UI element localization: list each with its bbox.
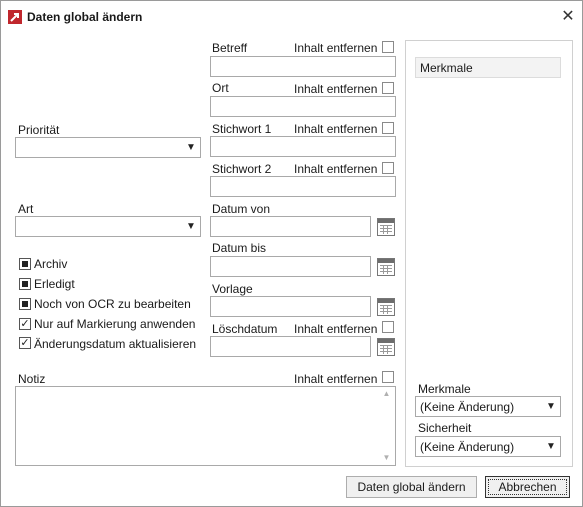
ort-clear-checkbox[interactable]: [382, 82, 394, 94]
stichwort2-clear-checkbox[interactable]: [382, 162, 394, 174]
ocr-label: Noch von OCR zu bearbeiten: [34, 297, 191, 311]
betreff-input[interactable]: [210, 56, 396, 77]
merkmale-label: Merkmale: [418, 382, 471, 396]
datum-bis-label: Datum bis: [212, 241, 267, 255]
calendar-icon[interactable]: [377, 338, 395, 356]
stichwort2-input[interactable]: [210, 176, 396, 197]
loeschdatum-clear-label: Inhalt entfernen: [294, 322, 378, 336]
calendar-icon[interactable]: [377, 218, 395, 236]
sicherheit-select[interactable]: (Keine Änderung) ▼: [415, 436, 561, 457]
scroll-up-icon[interactable]: ▲: [378, 387, 395, 401]
archiv-label: Archiv: [34, 257, 68, 271]
window-title: Daten global ändern: [27, 10, 143, 24]
ocr-checkbox[interactable]: [19, 298, 31, 310]
chevron-down-icon: ▼: [546, 441, 556, 452]
prioritaet-select[interactable]: ▼: [15, 137, 201, 158]
sicherheit-value: (Keine Änderung): [420, 440, 515, 454]
stichwort1-label: Stichwort 1: [212, 122, 272, 136]
stichwort1-input[interactable]: [210, 136, 396, 157]
betreff-clear-checkbox[interactable]: [382, 41, 394, 53]
close-button[interactable]: ✕: [559, 8, 577, 26]
stichwort1-clear-label: Inhalt entfernen: [294, 122, 378, 136]
datum-bis-input[interactable]: [210, 256, 371, 277]
markierung-checkbox[interactable]: ✓: [19, 318, 31, 330]
betreff-label: Betreff: [212, 41, 248, 55]
chevron-down-icon: ▼: [186, 221, 196, 232]
notiz-textarea[interactable]: ▲ ▼: [15, 386, 396, 466]
vorlage-input[interactable]: [210, 296, 371, 317]
calendar-icon[interactable]: [377, 258, 395, 276]
chevron-down-icon: ▼: [186, 142, 196, 153]
notiz-clear-label: Inhalt entfernen: [294, 372, 378, 386]
ort-label: Ort: [212, 81, 229, 95]
merkmale-value: (Keine Änderung): [420, 400, 515, 414]
stichwort2-clear-label: Inhalt entfernen: [294, 162, 378, 176]
app-logo-icon: [8, 10, 22, 24]
erledigt-checkbox[interactable]: [19, 278, 31, 290]
ort-clear-label: Inhalt entfernen: [294, 82, 378, 96]
stichwort2-label: Stichwort 2: [212, 162, 272, 176]
erledigt-label: Erledigt: [34, 277, 75, 291]
aenderungsdatum-label: Änderungsdatum aktualisieren: [34, 337, 197, 351]
notiz-clear-checkbox[interactable]: [382, 371, 394, 383]
art-select[interactable]: ▼: [15, 216, 201, 237]
notiz-label: Notiz: [18, 372, 46, 386]
betreff-clear-label: Inhalt entfernen: [294, 41, 378, 55]
stichwort1-clear-checkbox[interactable]: [382, 122, 394, 134]
focus-rect: [488, 479, 567, 495]
merkmale-list-header: Merkmale: [415, 57, 561, 78]
chevron-down-icon: ▼: [546, 401, 556, 412]
prioritaet-label: Priorität: [18, 123, 60, 137]
markierung-label: Nur auf Markierung anwenden: [34, 317, 196, 331]
datum-von-input[interactable]: [210, 216, 371, 237]
merkmale-select[interactable]: (Keine Änderung) ▼: [415, 396, 561, 417]
dialog-window: Daten global ändern ✕ Betreff Inhalt ent…: [0, 0, 583, 507]
notiz-scrollbar[interactable]: ▲ ▼: [378, 387, 395, 465]
scroll-down-icon[interactable]: ▼: [378, 451, 395, 465]
loeschdatum-input[interactable]: [210, 336, 371, 357]
art-label: Art: [18, 202, 34, 216]
title-bar: Daten global ändern ✕: [1, 1, 582, 33]
datum-von-label: Datum von: [212, 202, 271, 216]
ort-input[interactable]: [210, 96, 396, 117]
merkmale-header-label: Merkmale: [420, 61, 473, 75]
archiv-checkbox[interactable]: [19, 258, 31, 270]
aenderungsdatum-checkbox[interactable]: ✓: [19, 337, 31, 349]
sicherheit-label: Sicherheit: [418, 421, 472, 435]
vorlage-label: Vorlage: [212, 282, 253, 296]
loeschdatum-label: Löschdatum: [212, 322, 278, 336]
cancel-button[interactable]: Abbrechen: [485, 476, 570, 498]
apply-button[interactable]: Daten global ändern: [346, 476, 477, 498]
calendar-icon[interactable]: [377, 298, 395, 316]
loeschdatum-clear-checkbox[interactable]: [382, 321, 394, 333]
